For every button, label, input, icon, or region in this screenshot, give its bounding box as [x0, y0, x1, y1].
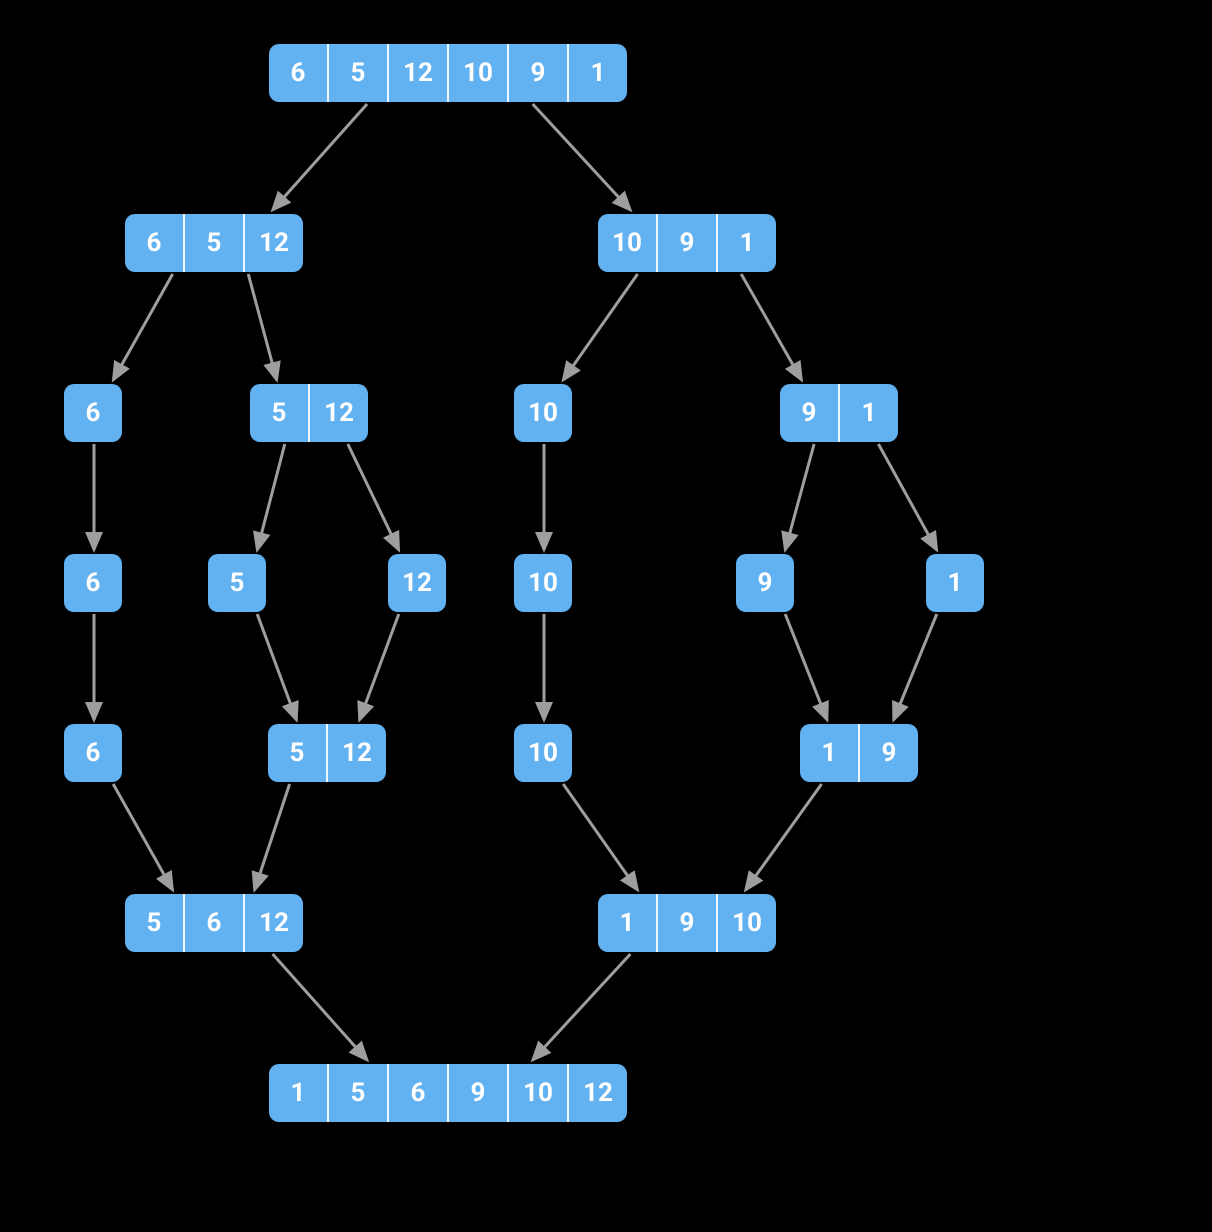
array-cell: 6 — [64, 554, 122, 612]
arrow-layer — [0, 0, 1212, 1232]
array-cell: 6 — [183, 894, 243, 952]
array-cell: 6 — [269, 44, 327, 102]
array-cell: 10 — [507, 1064, 567, 1122]
edge-arrow — [785, 614, 827, 720]
array-cell: 1 — [800, 724, 858, 782]
edge-arrow — [273, 104, 368, 210]
array-cell: 9 — [736, 554, 794, 612]
edge-arrow — [563, 274, 637, 380]
edge-arrow — [533, 104, 631, 210]
array-cell: 5 — [327, 1064, 387, 1122]
array-cell: 10 — [716, 894, 776, 952]
array-node-l4_6: 6 — [64, 724, 122, 782]
array-cell: 5 — [327, 44, 387, 102]
array-node-root: 65121091 — [269, 44, 627, 102]
array-cell: 12 — [326, 724, 386, 782]
array-cell: 9 — [858, 724, 918, 782]
edge-arrow — [894, 614, 937, 720]
array-node-l3_5: 5 — [208, 554, 266, 612]
array-node-l5_right: 1910 — [598, 894, 776, 952]
array-node-l2_512: 512 — [250, 384, 368, 442]
array-cell: 1 — [567, 44, 627, 102]
edge-arrow — [113, 274, 172, 380]
array-cell: 6 — [387, 1064, 447, 1122]
array-cell: 5 — [250, 384, 308, 442]
array-cell: 9 — [780, 384, 838, 442]
array-cell: 5 — [183, 214, 243, 272]
edge-arrow — [746, 784, 822, 890]
array-cell: 9 — [656, 214, 716, 272]
array-node-l2_6: 6 — [64, 384, 122, 442]
array-node-l3_9: 9 — [736, 554, 794, 612]
array-node-l5_left: 5612 — [125, 894, 303, 952]
array-cell: 1 — [598, 894, 656, 952]
array-cell: 5 — [268, 724, 326, 782]
array-cell: 10 — [598, 214, 656, 272]
array-cell: 9 — [656, 894, 716, 952]
array-cell: 6 — [64, 384, 122, 442]
array-cell: 1 — [716, 214, 776, 272]
edge-arrow — [878, 444, 936, 550]
edge-arrow — [741, 274, 801, 380]
array-cell: 10 — [514, 724, 572, 782]
array-node-result: 15691012 — [269, 1064, 627, 1122]
array-cell: 10 — [514, 384, 572, 442]
array-cell: 6 — [125, 214, 183, 272]
edge-arrow — [533, 954, 631, 1060]
edge-arrow — [563, 784, 637, 890]
edge-arrow — [360, 614, 399, 720]
array-cell: 5 — [208, 554, 266, 612]
array-node-l3_10: 10 — [514, 554, 572, 612]
array-cell: 12 — [243, 894, 303, 952]
edge-arrow — [113, 784, 172, 890]
array-cell: 10 — [514, 554, 572, 612]
array-cell: 12 — [308, 384, 368, 442]
array-cell: 1 — [926, 554, 984, 612]
array-cell: 12 — [243, 214, 303, 272]
array-cell: 9 — [447, 1064, 507, 1122]
edge-arrow — [255, 784, 290, 890]
array-cell: 5 — [125, 894, 183, 952]
array-cell: 12 — [567, 1064, 627, 1122]
array-node-l1_left: 6512 — [125, 214, 303, 272]
array-node-l4_512: 512 — [268, 724, 386, 782]
edge-arrow — [348, 444, 399, 550]
array-node-l3_1: 1 — [926, 554, 984, 612]
edge-arrow — [257, 444, 285, 550]
edge-arrow — [785, 444, 814, 550]
array-cell: 12 — [388, 554, 446, 612]
edge-arrow — [273, 954, 368, 1060]
array-node-l4_10: 10 — [514, 724, 572, 782]
array-cell: 10 — [447, 44, 507, 102]
array-node-l2_91: 91 — [780, 384, 898, 442]
edge-arrow — [257, 614, 296, 720]
array-node-l3_12: 12 — [388, 554, 446, 612]
edge-arrow — [248, 274, 277, 380]
array-node-l3_6: 6 — [64, 554, 122, 612]
array-cell: 1 — [269, 1064, 327, 1122]
array-cell: 6 — [64, 724, 122, 782]
array-cell: 9 — [507, 44, 567, 102]
array-cell: 12 — [387, 44, 447, 102]
array-node-l1_right: 1091 — [598, 214, 776, 272]
merge-sort-diagram: 6512109165121091651210916512109165121019… — [0, 0, 1212, 1232]
array-node-l4_19: 19 — [800, 724, 918, 782]
array-node-l2_10: 10 — [514, 384, 572, 442]
array-cell: 1 — [838, 384, 898, 442]
